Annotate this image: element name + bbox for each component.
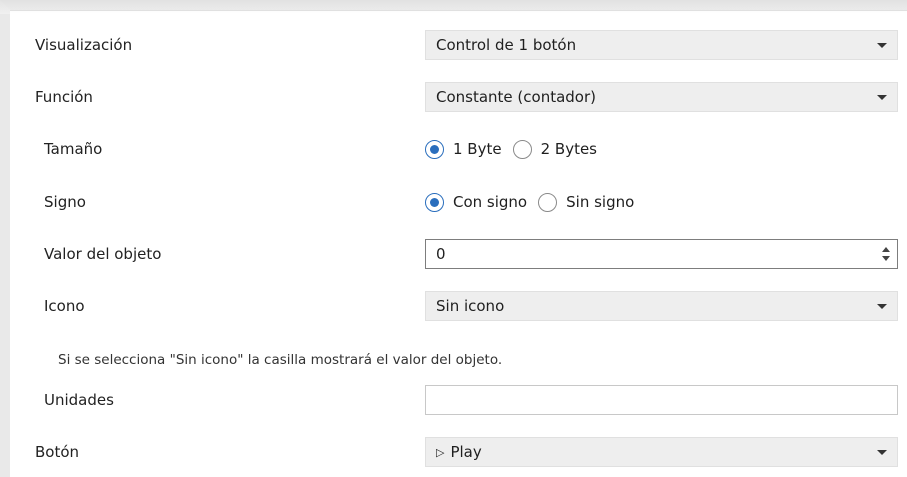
icono-label: Icono: [44, 297, 85, 315]
valor-objeto-label: Valor del objeto: [44, 245, 162, 263]
row-valor-objeto: Valor del objeto 0: [10, 239, 907, 269]
row-boton: Botón ▷ Play: [10, 437, 907, 467]
signo-radio-group: Con signo Sin signo: [425, 187, 645, 217]
settings-panel: Visualización Control de 1 botón Función…: [0, 0, 907, 477]
row-unidades: Unidades: [10, 385, 907, 415]
row-funcion: Función Constante (contador): [10, 82, 907, 112]
icono-help-note: Si se selecciona "Sin icono" la casilla …: [58, 352, 503, 368]
radio-unchecked-icon[interactable]: [538, 192, 558, 212]
tamano-radio-group: 1 Byte 2 Bytes: [425, 134, 608, 164]
radio-label: 1 Byte: [453, 140, 502, 158]
tamano-label: Tamaño: [44, 140, 103, 158]
radio-label: 2 Bytes: [540, 140, 597, 158]
row-icono: Icono Sin icono: [10, 291, 907, 321]
funcion-dropdown[interactable]: Constante (contador): [425, 82, 898, 112]
spin-arrows: [881, 245, 891, 263]
radio-checked-icon[interactable]: [425, 139, 444, 159]
play-triangle-icon: ▷: [436, 446, 445, 459]
tamano-radio-2bytes[interactable]: 2 Bytes: [512, 134, 597, 164]
funcion-label: Función: [35, 88, 93, 106]
radio-label: Sin signo: [566, 193, 635, 211]
boton-value-wrapper: ▷ Play: [436, 438, 482, 466]
icono-dropdown[interactable]: Sin icono: [425, 291, 898, 321]
chevron-down-icon: [877, 304, 887, 309]
boton-value: Play: [450, 443, 482, 461]
unidades-input[interactable]: [425, 385, 898, 415]
spin-up-icon[interactable]: [882, 247, 890, 252]
row-signo: Signo Con signo Sin signo: [10, 187, 907, 217]
visualizacion-value: Control de 1 botón: [436, 36, 577, 54]
radio-unchecked-icon[interactable]: [512, 139, 532, 159]
row-tamano: Tamaño 1 Byte 2 Bytes: [10, 134, 907, 164]
chevron-down-icon: [877, 450, 887, 455]
icono-value: Sin icono: [436, 297, 505, 315]
valor-objeto-spinbox[interactable]: 0: [425, 239, 898, 269]
chevron-down-icon: [877, 43, 887, 48]
spin-down-icon[interactable]: [882, 256, 890, 261]
visualizacion-label: Visualización: [35, 36, 133, 54]
signo-radio-con-signo[interactable]: Con signo: [425, 187, 527, 217]
row-visualizacion: Visualización Control de 1 botón: [10, 30, 907, 60]
visualizacion-dropdown[interactable]: Control de 1 botón: [425, 30, 898, 60]
radio-label: Con signo: [453, 193, 528, 211]
tamano-radio-1byte[interactable]: 1 Byte: [425, 134, 502, 164]
boton-label: Botón: [35, 443, 80, 461]
funcion-value: Constante (contador): [436, 88, 597, 106]
boton-dropdown[interactable]: ▷ Play: [425, 437, 898, 467]
signo-label: Signo: [44, 193, 86, 211]
signo-radio-sin-signo[interactable]: Sin signo: [538, 187, 634, 217]
chevron-down-icon: [877, 95, 887, 100]
valor-objeto-value: 0: [436, 245, 446, 263]
unidades-label: Unidades: [44, 391, 114, 409]
radio-checked-icon[interactable]: [425, 192, 444, 212]
